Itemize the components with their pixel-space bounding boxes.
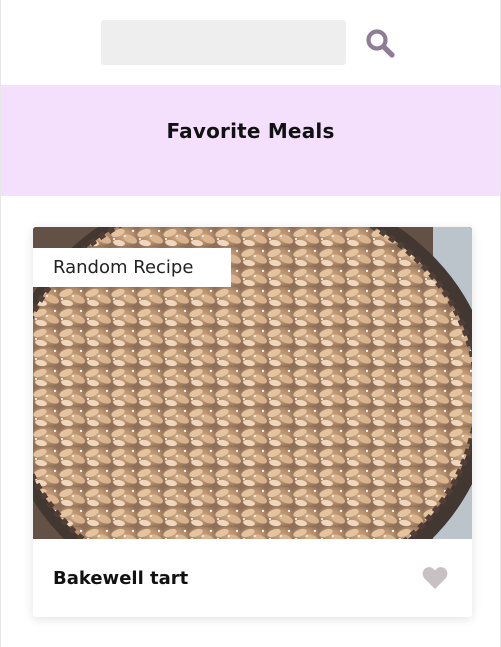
meal-image[interactable]: Random Recipe: [33, 227, 472, 539]
favorite-button[interactable]: [420, 563, 450, 593]
random-recipe-badge: Random Recipe: [33, 248, 231, 287]
favorite-meals-title: Favorite Meals: [166, 119, 335, 143]
meal-card-body: Bakewell tart: [33, 539, 472, 617]
header: [1, 0, 500, 85]
meal-card: Random Recipe Bakewell tart: [33, 227, 472, 617]
heart-icon: [422, 567, 448, 589]
search-input[interactable]: [101, 20, 346, 65]
search-icon: [366, 29, 395, 58]
meal-name: Bakewell tart: [53, 567, 189, 589]
favorite-meals-section: Favorite Meals: [1, 85, 500, 196]
search-button[interactable]: [363, 26, 397, 60]
